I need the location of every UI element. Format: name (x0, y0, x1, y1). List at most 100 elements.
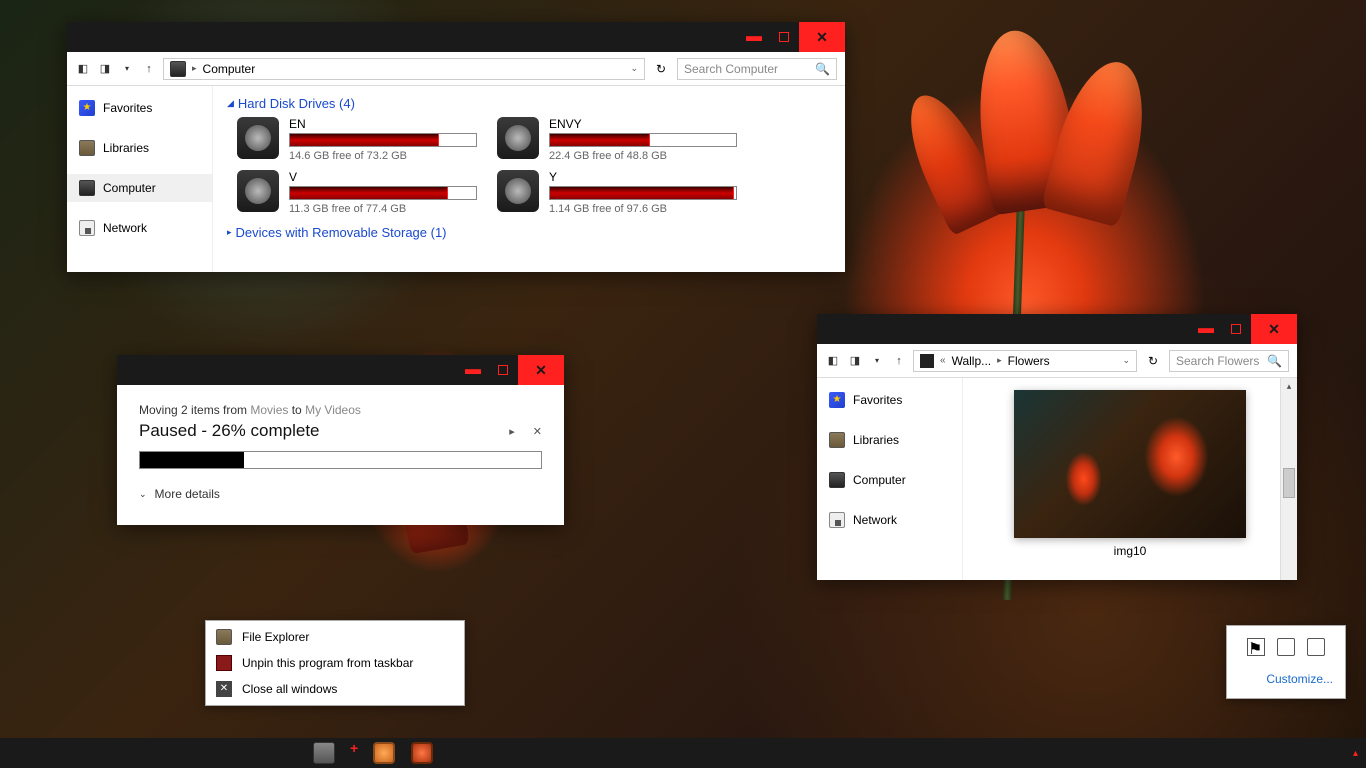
sidebar-label: Network (103, 221, 147, 235)
maximize-button[interactable] (1221, 314, 1251, 344)
taskbar-app-1[interactable] (308, 740, 340, 766)
sidebar-label: Favorites (103, 101, 152, 115)
breadcrumb[interactable]: Flowers (1008, 354, 1050, 368)
sidebar-item-computer[interactable]: Computer (817, 466, 962, 494)
sidebar-item-libraries[interactable]: Libraries (817, 426, 962, 454)
progress-fill (140, 452, 244, 468)
sidebar-label: Favorites (853, 393, 902, 407)
sidebar: Favorites Libraries Computer Network (817, 378, 963, 580)
sidebar-label: Network (853, 513, 897, 527)
refresh-button[interactable]: ↻ (1143, 354, 1163, 368)
sidebar-item-computer[interactable]: Computer (67, 174, 212, 202)
minimize-button[interactable]: ▬ (739, 22, 769, 52)
close-icon: ✕ (216, 681, 232, 697)
address-dropdown-icon[interactable]: ⌄ (1122, 355, 1130, 366)
scrollbar[interactable]: ▴ (1280, 378, 1297, 580)
drive-free-text: 11.3 GB free of 77.4 GB (289, 203, 477, 215)
explorer-computer-window: ▬ ✕ ◧ ◨ ▾ ↑ ▸ Computer ⌄ ↻ Search Comput… (67, 22, 845, 272)
search-placeholder: Search Computer (684, 62, 778, 76)
nav-fwd-icon[interactable]: ◨ (97, 61, 113, 77)
address-bar[interactable]: « Wallp... ▸ Flowers ⌄ (913, 350, 1137, 372)
tray-popup: ⚑ Customize... (1226, 625, 1346, 699)
image-thumbnail[interactable] (1014, 390, 1246, 538)
nav-back-icon[interactable]: ◧ (75, 61, 91, 77)
drive-item[interactable]: Y 1.14 GB free of 97.6 GB (497, 170, 737, 215)
sidebar-label: Libraries (103, 141, 149, 155)
nav-up-icon[interactable]: ↑ (891, 353, 907, 369)
minimize-button[interactable]: ▬ (1191, 314, 1221, 344)
libraries-icon (79, 140, 95, 156)
drive-name: ENVY (549, 117, 737, 131)
chevron-left-icon: « (940, 355, 946, 366)
content-pane: ◢Hard Disk Drives (4) EN 14.6 GB free of… (213, 86, 845, 272)
sidebar-item-favorites[interactable]: Favorites (817, 386, 962, 414)
sidebar-item-favorites[interactable]: Favorites (67, 94, 212, 122)
explorer-icon (216, 629, 232, 645)
sidebar-label: Libraries (853, 433, 899, 447)
toolbar: ◧ ◨ ▾ ↑ « Wallp... ▸ Flowers ⌄ ↻ Search … (817, 344, 1297, 378)
address-dropdown-icon[interactable]: ⌄ (630, 63, 638, 74)
chevron-down-icon: ⌄ (139, 489, 147, 500)
breadcrumb[interactable]: Wallp... (952, 354, 992, 368)
copy-dialog-window: ▬ ✕ Moving 2 items from Movies to My Vid… (117, 355, 564, 525)
thumbnail-label: img10 (1114, 544, 1147, 558)
libraries-icon (829, 432, 845, 448)
refresh-button[interactable]: ↻ (651, 62, 671, 76)
content-pane: img10 ▴ (963, 378, 1297, 580)
scroll-up-icon[interactable]: ▴ (1281, 378, 1297, 395)
scroll-thumb[interactable] (1283, 468, 1295, 498)
app-icon (373, 742, 395, 764)
titlebar[interactable]: ▬ ✕ (67, 22, 845, 52)
drive-name: Y (549, 170, 737, 184)
tray-icon[interactable] (1277, 638, 1295, 656)
maximize-button[interactable] (488, 355, 518, 385)
customize-link[interactable]: Customize... (1239, 672, 1333, 686)
computer-icon (170, 61, 186, 77)
group-header-hdd[interactable]: ◢Hard Disk Drives (4) (227, 96, 831, 111)
flag-icon[interactable]: ⚑ (1247, 638, 1265, 656)
resume-button[interactable]: ▸ (509, 425, 515, 438)
unpin-icon (216, 655, 232, 671)
app-icon (411, 742, 433, 764)
close-button[interactable]: ✕ (518, 355, 564, 385)
folder-icon (920, 354, 934, 368)
maximize-button[interactable] (769, 22, 799, 52)
more-details-toggle[interactable]: ⌄More details (139, 487, 542, 501)
titlebar[interactable]: ▬ ✕ (817, 314, 1297, 344)
tray-icon[interactable] (1307, 638, 1325, 656)
ctx-unpin[interactable]: Unpin this program from taskbar (206, 650, 464, 676)
search-input[interactable]: Search Computer 🔍 (677, 58, 837, 80)
address-bar[interactable]: ▸ Computer ⌄ (163, 58, 645, 80)
chevron-right-icon: ▸ (997, 355, 1002, 366)
sidebar-item-network[interactable]: Network (67, 214, 212, 242)
group-header-removable[interactable]: ▸Devices with Removable Storage (1) (227, 225, 831, 240)
ctx-file-explorer[interactable]: File Explorer (206, 624, 464, 650)
search-input[interactable]: Search Flowers 🔍 (1169, 350, 1289, 372)
drive-item[interactable]: EN 14.6 GB free of 73.2 GB (237, 117, 477, 162)
titlebar[interactable]: ▬ ✕ (117, 355, 564, 385)
taskbar-app-2[interactable] (368, 740, 400, 766)
drive-item[interactable]: V 11.3 GB free of 77.4 GB (237, 170, 477, 215)
drive-free-text: 1.14 GB free of 97.6 GB (549, 203, 737, 215)
sidebar-item-libraries[interactable]: Libraries (67, 134, 212, 162)
sidebar-item-network[interactable]: Network (817, 506, 962, 534)
nav-back-icon[interactable]: ◧ (825, 353, 841, 369)
app-icon (313, 742, 335, 764)
nav-dropdown-icon[interactable]: ▾ (119, 61, 135, 77)
nav-dropdown-icon[interactable]: ▾ (869, 353, 885, 369)
nav-fwd-icon[interactable]: ◨ (847, 353, 863, 369)
close-button[interactable]: ✕ (1251, 314, 1297, 344)
address-text: Computer (203, 62, 256, 76)
tray-toggle-icon[interactable]: ▴ (1353, 748, 1358, 759)
taskbar: + ▴ (0, 738, 1366, 768)
drive-item[interactable]: ENVY 22.4 GB free of 48.8 GB (497, 117, 737, 162)
nav-up-icon[interactable]: ↑ (141, 61, 157, 77)
close-button[interactable]: ✕ (799, 22, 845, 52)
drive-icon (497, 117, 539, 159)
cancel-copy-button[interactable]: ✕ (533, 425, 542, 438)
drive-usage-bar (549, 186, 737, 200)
copy-description: Moving 2 items from Movies to My Videos (139, 403, 542, 417)
minimize-button[interactable]: ▬ (458, 355, 488, 385)
ctx-close-all[interactable]: ✕Close all windows (206, 676, 464, 702)
taskbar-app-3[interactable] (406, 740, 438, 766)
